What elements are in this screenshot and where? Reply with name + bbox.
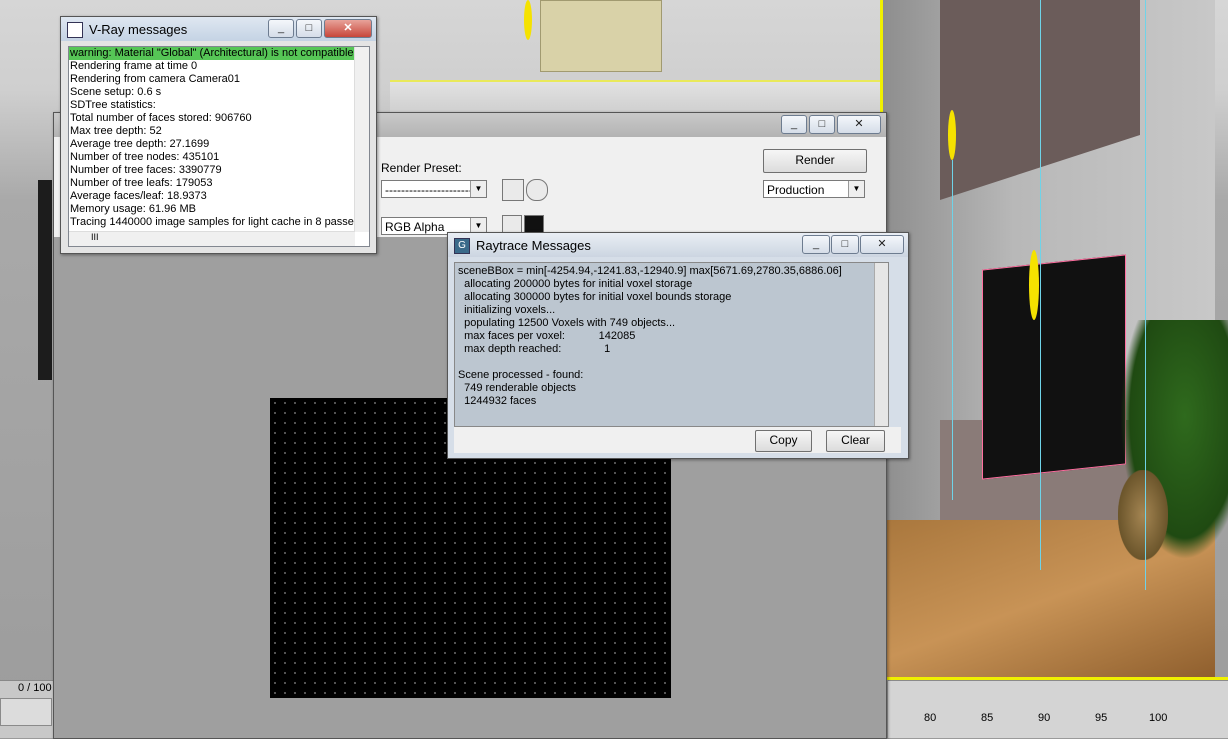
vray-messages-window[interactable]: V-Ray messages _ □ ✕ warning: Material "… <box>60 16 377 254</box>
log-line: Memory usage: 61.96 MB <box>70 203 196 215</box>
raytrace-messages-window[interactable]: G Raytrace Messages _ □ ✕ sceneBBox = mi… <box>447 232 909 459</box>
raytrace-message-log[interactable]: sceneBBox = min[-4254.94,-1241.83,-12940… <box>454 262 889 427</box>
load-preset-icon[interactable] <box>502 179 524 201</box>
copy-button[interactable]: Copy <box>755 430 812 452</box>
log-line-warning: warning: Material "Global" (Architectura… <box>69 47 369 60</box>
light-object <box>524 0 532 40</box>
log-line: Number of tree leafs: 179053 <box>70 177 213 189</box>
light-object <box>948 110 956 160</box>
log-line: 749 renderable objects <box>458 382 577 394</box>
render-mode-dropdown[interactable]: Production ▼ <box>763 180 865 198</box>
chevron-down-icon: ▼ <box>470 181 486 197</box>
horizontal-scrollbar[interactable]: III <box>69 231 355 246</box>
log-line: Rendering from camera Camera01 <box>70 73 240 85</box>
minimize-button[interactable]: _ <box>802 235 830 254</box>
timeline-tick: 80 <box>924 712 937 724</box>
vray-window-title: V-Ray messages <box>89 22 188 37</box>
minimize-button[interactable]: _ <box>781 115 807 134</box>
timeline-tick: 100 <box>1149 712 1168 724</box>
log-line: Rendering frame at time 0 <box>70 60 198 72</box>
light-object <box>1029 250 1039 320</box>
log-line: Max tree depth: 52 <box>70 125 162 137</box>
log-line: Number of tree nodes: 435101 <box>70 151 220 163</box>
timeline-tick: 85 <box>981 712 994 724</box>
log-line: SDTree statistics: <box>70 99 156 111</box>
maximize-button[interactable]: □ <box>296 19 322 38</box>
vray-titlebar[interactable]: V-Ray messages _ □ ✕ <box>61 17 376 41</box>
minimize-button[interactable]: _ <box>268 19 294 38</box>
chevron-down-icon: ▼ <box>848 181 864 197</box>
frame-counter: 0 / 100 <box>18 682 52 694</box>
log-line: initializing voxels... <box>458 304 556 316</box>
timeline-ruler[interactable]: 80 85 90 95 100 <box>888 680 1228 738</box>
log-line: populating 12500 Voxels with 749 objects… <box>458 317 676 329</box>
scene-dark-panel <box>38 180 52 380</box>
light-line <box>1040 0 1041 570</box>
log-line: allocating 300000 bytes for initial voxe… <box>458 291 732 303</box>
close-button[interactable]: ✕ <box>837 115 881 134</box>
vertical-scrollbar[interactable] <box>874 263 888 426</box>
ceiling-light-panel <box>540 0 662 72</box>
log-line: 1244932 faces <box>458 395 537 407</box>
light-line <box>952 160 953 500</box>
log-line: Total number of faces stored: 906760 <box>70 112 252 124</box>
maximize-button[interactable]: □ <box>831 235 859 254</box>
vray-message-log[interactable]: warning: Material "Global" (Architectura… <box>68 46 370 247</box>
maximize-button[interactable]: □ <box>809 115 835 134</box>
log-line: Scene setup: 0.6 s <box>70 86 162 98</box>
max-app-icon: G <box>454 238 470 254</box>
timeline-tick: 90 <box>1038 712 1051 724</box>
save-preset-icon[interactable] <box>526 179 548 201</box>
scrollbar-thumb[interactable]: III <box>91 232 99 242</box>
log-line: Average faces/leaf: 18.9373 <box>70 190 207 202</box>
render-mode-value: Production <box>767 183 825 197</box>
raytrace-button-bar: Copy Clear <box>454 427 901 453</box>
render-preset-label: Render Preset: <box>381 161 462 175</box>
light-line <box>1145 0 1146 590</box>
render-button[interactable]: Render <box>763 149 867 173</box>
log-line: Tracing 1440000 image samples for light … <box>70 216 363 228</box>
clear-button[interactable]: Clear <box>826 430 885 452</box>
log-line: max faces per voxel: 142085 <box>458 330 636 342</box>
log-line: Average tree depth: 27.1699 <box>70 138 210 150</box>
log-line: Number of tree faces: 3390779 <box>70 164 222 176</box>
timeline-tick: 95 <box>1095 712 1108 724</box>
close-button[interactable]: ✕ <box>324 19 372 38</box>
raytrace-titlebar[interactable]: G Raytrace Messages _ □ ✕ <box>448 233 908 257</box>
vray-app-icon <box>67 22 83 38</box>
log-line: max depth reached: 1 <box>458 343 611 355</box>
vertical-scrollbar[interactable] <box>354 47 369 232</box>
close-button[interactable]: ✕ <box>860 235 904 254</box>
channel-value: RGB Alpha <box>385 220 445 234</box>
render-preset-value: ------------------------ <box>385 183 481 197</box>
raytrace-window-title: Raytrace Messages <box>476 238 591 253</box>
scene-vase <box>1118 470 1168 560</box>
log-line: Scene processed - found: <box>458 369 584 381</box>
log-line: sceneBBox = min[-4254.94,-1241.83,-12940… <box>458 265 842 277</box>
time-slider[interactable] <box>0 698 52 726</box>
render-preset-dropdown[interactable]: ------------------------ ▼ <box>381 180 487 198</box>
log-line: allocating 200000 bytes for initial voxe… <box>458 278 693 290</box>
scene-tv <box>982 254 1126 480</box>
